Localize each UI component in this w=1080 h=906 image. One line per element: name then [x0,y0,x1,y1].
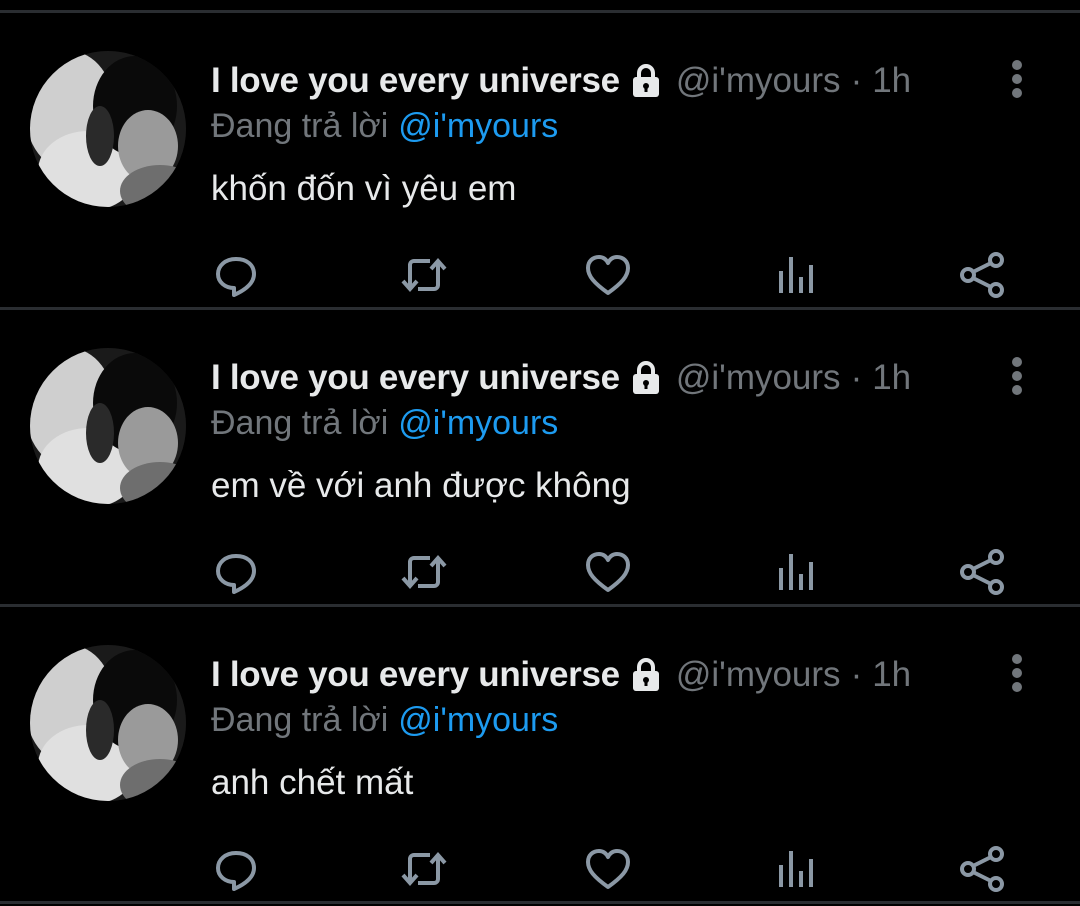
timestamp[interactable]: 1h [872,655,911,695]
reply-prefix: Đang trả lời [211,107,389,145]
reply-icon[interactable] [208,841,264,897]
reply-mention[interactable]: @i'myours [398,701,558,739]
analytics-icon[interactable] [768,841,824,897]
tweet-header: I love you every universe @i'myours · 1h [211,356,911,400]
reply-prefix: Đang trả lời [211,701,389,739]
avatar[interactable] [30,51,186,207]
reply-context: Đang trả lời @i'myours [211,404,558,443]
action-bar [0,247,1080,303]
handle[interactable]: @i'myours [676,358,841,398]
share-icon[interactable] [954,247,1010,303]
action-bar [0,841,1080,897]
display-name[interactable]: I love you every universe [211,358,620,398]
tweet-text: em về với anh được không [211,466,631,505]
separator: · [850,655,863,694]
tweet[interactable]: I love you every universe @i'myours · 1h [0,310,1080,604]
action-bar [0,544,1080,600]
display-name[interactable]: I love you every universe [211,655,620,695]
share-icon[interactable] [954,841,1010,897]
handle[interactable]: @i'myours [676,655,841,695]
reply-icon[interactable] [208,544,264,600]
reply-context: Đang trả lời @i'myours [211,107,558,146]
tweet-text: anh chết mất [211,763,414,802]
reply-prefix: Đang trả lời [211,404,389,442]
share-icon[interactable] [954,544,1010,600]
more-vertical-icon[interactable] [1004,354,1030,398]
analytics-icon[interactable] [768,544,824,600]
lock-icon [628,63,664,99]
reply-icon[interactable] [208,247,264,303]
lock-icon [628,360,664,396]
timestamp[interactable]: 1h [872,61,911,101]
separator: · [850,61,863,100]
retweet-icon[interactable] [396,544,452,600]
timestamp[interactable]: 1h [872,358,911,398]
more-vertical-icon[interactable] [1004,57,1030,101]
reply-mention[interactable]: @i'myours [398,107,558,145]
tweet[interactable]: I love you every universe @i'myours · 1h [0,607,1080,901]
tweet-header: I love you every universe @i'myours · 1h [211,59,911,103]
avatar[interactable] [30,348,186,504]
reply-context: Đang trả lời @i'myours [211,701,558,740]
tweet-text: khốn đốn vì yêu em [211,169,517,208]
separator: · [850,358,863,397]
retweet-icon[interactable] [396,841,452,897]
divider [0,901,1080,904]
timeline: I love you every universe @i'myours · 1h [0,0,1080,906]
heart-icon[interactable] [580,841,636,897]
heart-icon[interactable] [580,247,636,303]
analytics-icon[interactable] [768,247,824,303]
tweet[interactable]: I love you every universe @i'myours · 1h [0,13,1080,307]
tweet-header: I love you every universe @i'myours · 1h [211,653,911,697]
avatar[interactable] [30,645,186,801]
heart-icon[interactable] [580,544,636,600]
more-vertical-icon[interactable] [1004,651,1030,695]
lock-icon [628,657,664,693]
handle[interactable]: @i'myours [676,61,841,101]
display-name[interactable]: I love you every universe [211,61,620,101]
retweet-icon[interactable] [396,247,452,303]
reply-mention[interactable]: @i'myours [398,404,558,442]
